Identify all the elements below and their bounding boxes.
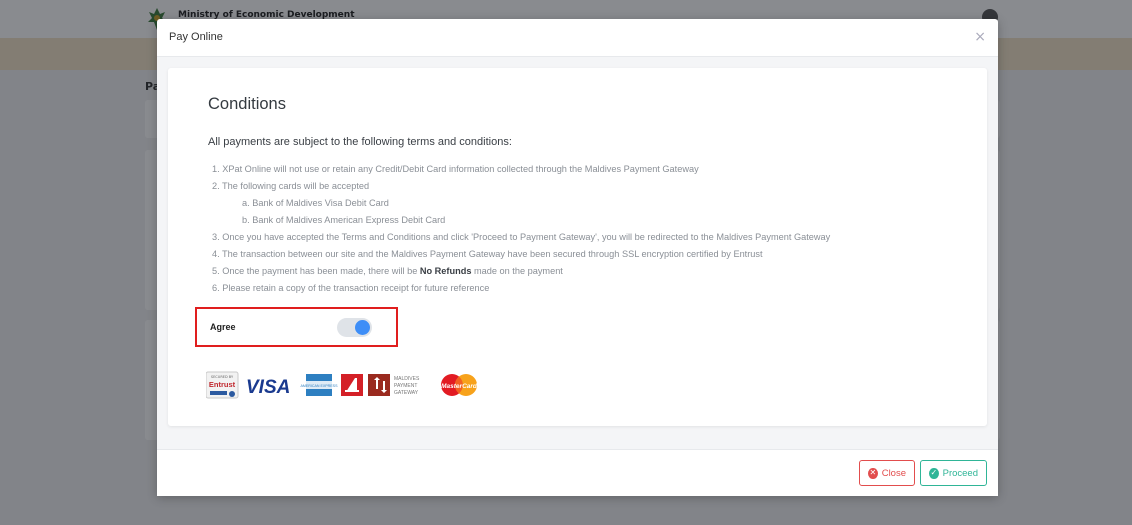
mpg-line1: MALDIVES xyxy=(394,376,420,382)
mastercard-text: MasterCard xyxy=(441,383,478,390)
condition-item: 2. The following cards will be accepted xyxy=(212,181,370,191)
toggle-knob xyxy=(355,320,370,335)
condition-text: made on the payment xyxy=(471,266,563,276)
close-circle-icon: ✕ xyxy=(868,467,878,479)
proceed-button-label: Proceed xyxy=(942,467,978,479)
condition-subitem: a. Bank of Maldives Visa Debit Card xyxy=(242,198,389,208)
entrust-top-text: SECURED BY xyxy=(211,375,234,379)
no-refunds-text: No Refunds xyxy=(419,266,472,276)
proceed-button[interactable]: ✓ Proceed xyxy=(920,460,987,486)
conditions-list: 1. XPat Online will not use or retain an… xyxy=(212,161,830,297)
mpg-line3: GATEWAY xyxy=(394,390,419,396)
conditions-intro: All payments are subject to the followin… xyxy=(208,136,512,148)
condition-item: 3. Once you have accepted the Terms and … xyxy=(212,232,831,242)
modal-header: Pay Online × xyxy=(157,19,998,57)
condition-subitem: b. Bank of Maldives American Express Deb… xyxy=(242,215,446,225)
pay-online-modal: Pay Online × Conditions All payments are… xyxy=(157,19,998,496)
close-button[interactable]: ✕ Close xyxy=(859,460,915,486)
visa-logo: VISA xyxy=(246,377,290,398)
entrust-logo: SECURED BY Entrust xyxy=(206,371,239,399)
payment-logos: SECURED BY Entrust VISA AMERICAN EXPRESS xyxy=(206,371,478,399)
condition-item: 5. Once the payment has been made, there… xyxy=(212,263,830,280)
condition-item: 4. The transaction between our site and … xyxy=(212,249,763,259)
close-button-label: Close xyxy=(881,467,906,479)
maldives-payment-gateway-logo: MALDIVES PAYMENT GATEWAY xyxy=(368,374,420,396)
amex-text: AMERICAN EXPRESS xyxy=(301,384,339,388)
agree-highlight: Agree xyxy=(195,307,398,347)
modal-title: Pay Online xyxy=(169,31,223,43)
condition-item: 6. Please retain a copy of the transacti… xyxy=(212,283,490,293)
condition-text: 5. Once the payment has been made, there… xyxy=(212,266,420,276)
condition-item: 1. XPat Online will not use or retain an… xyxy=(212,164,699,174)
agree-label: Agree xyxy=(210,322,236,332)
entrust-text: Entrust xyxy=(209,380,236,389)
amex-logo: AMERICAN EXPRESS xyxy=(301,374,339,396)
agree-toggle[interactable] xyxy=(337,318,372,337)
mastercard-logo: MasterCard xyxy=(441,374,478,396)
mpg-line2: PAYMENT xyxy=(394,383,417,389)
check-circle-icon: ✓ xyxy=(929,467,939,479)
bank-logo-red xyxy=(341,374,363,396)
modal-footer: ✕ Close ✓ Proceed xyxy=(157,449,998,496)
conditions-title: Conditions xyxy=(208,95,286,113)
modal-body: Conditions All payments are subject to t… xyxy=(157,57,998,449)
close-icon[interactable]: × xyxy=(974,29,986,45)
conditions-card: Conditions All payments are subject to t… xyxy=(168,68,987,426)
